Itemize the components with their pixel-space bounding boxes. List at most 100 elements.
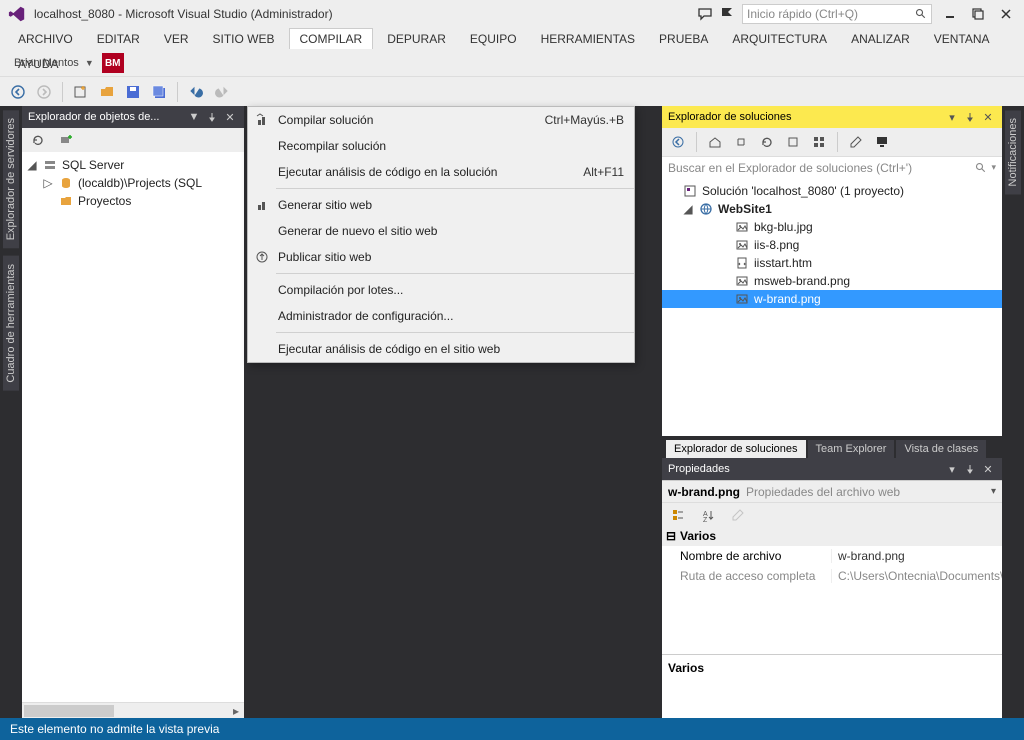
add-server-icon[interactable]: [54, 128, 78, 152]
expander-icon[interactable]: ◢: [26, 158, 38, 172]
menu-sitio web[interactable]: SITIO WEB: [203, 29, 285, 49]
nav-forward-button[interactable]: [32, 80, 56, 104]
tab-server-explorer[interactable]: Explorador de servidores: [3, 110, 19, 248]
chevron-down-icon[interactable]: ▾: [944, 461, 960, 477]
menu-item[interactable]: Generar de nuevo el sitio web: [248, 218, 634, 244]
chevron-down-icon: ▾: [991, 486, 996, 497]
menu-item[interactable]: Compilación por lotes...: [248, 277, 634, 303]
property-category[interactable]: ⊟Varios: [662, 526, 1002, 546]
chevron-down-icon[interactable]: ▼: [186, 109, 202, 125]
menu-prueba[interactable]: PRUEBA: [649, 29, 718, 49]
title-bar: localhost_8080 - Microsoft Visual Studio…: [0, 0, 1024, 28]
user-name[interactable]: Brian Mentos: [14, 57, 79, 69]
pin-icon[interactable]: [204, 109, 220, 125]
tab-solution-explorer[interactable]: Explorador de soluciones: [666, 440, 806, 458]
menu-item[interactable]: Generar sitio web: [248, 192, 634, 218]
menu-depurar[interactable]: DEPURAR: [377, 29, 456, 49]
scroll-right-icon[interactable]: ▸: [228, 703, 244, 719]
status-bar: Este elemento no admite la vista previa: [0, 718, 1024, 740]
search-placeholder: Buscar en el Explorador de soluciones (C…: [668, 161, 975, 175]
menu-item[interactable]: Recompilar solución: [248, 133, 634, 159]
solution-explorer-search[interactable]: Buscar en el Explorador de soluciones (C…: [662, 156, 1002, 178]
quick-launch[interactable]: Inicio rápido (Ctrl+Q): [742, 4, 932, 24]
menu-item[interactable]: Ejecutar análisis de código en el sitio …: [248, 336, 634, 362]
tree-node[interactable]: iis-8.png: [662, 236, 1002, 254]
horizontal-scrollbar[interactable]: ▸: [22, 702, 244, 718]
property-pages-icon[interactable]: [726, 503, 750, 527]
menu-ver[interactable]: VER: [154, 29, 199, 49]
tab-notifications[interactable]: Notificaciones: [1005, 110, 1021, 194]
tab-team-explorer[interactable]: Team Explorer: [808, 440, 895, 458]
menu-item[interactable]: Ejecutar análisis de código en la soluci…: [248, 159, 634, 185]
solution-node[interactable]: Solución 'localhost_8080' (1 proyecto): [662, 182, 1002, 200]
object-explorer-toolbar: [22, 128, 244, 152]
menu-editar[interactable]: EDITAR: [87, 29, 150, 49]
tree-node[interactable]: ◢ SQL Server: [22, 156, 244, 174]
tree-node[interactable]: ▷ (localdb)\Projects (SQL: [22, 174, 244, 192]
nav-back-button[interactable]: [6, 80, 30, 104]
menu-bar: ARCHIVOEDITARVERSITIO WEBCOMPILARDEPURAR…: [0, 28, 1024, 76]
properties-grid[interactable]: ⊟Varios Nombre de archivo w-brand.png Ru…: [662, 526, 1002, 654]
tree-node[interactable]: Proyectos: [22, 192, 244, 210]
menu-analizar[interactable]: ANALIZAR: [841, 29, 920, 49]
refresh-icon[interactable]: [26, 128, 50, 152]
home-icon[interactable]: [703, 130, 727, 154]
categorized-icon[interactable]: [666, 503, 690, 527]
menu-arquitectura[interactable]: ARQUITECTURA: [722, 29, 837, 49]
expander-icon[interactable]: ◢: [682, 202, 694, 216]
tree-node[interactable]: bkg-blu.jpg: [662, 218, 1002, 236]
maximize-button[interactable]: [964, 3, 992, 25]
back-icon[interactable]: [666, 130, 690, 154]
menu-compilar[interactable]: COMPILAR: [289, 28, 374, 49]
undo-button[interactable]: [184, 80, 208, 104]
scrollbar-thumb[interactable]: [24, 705, 114, 717]
flag-icon[interactable]: [716, 3, 738, 25]
save-all-button[interactable]: [147, 80, 171, 104]
properties-combo[interactable]: w-brand.png Propiedades del archivo web …: [662, 480, 1002, 502]
open-button[interactable]: [95, 80, 119, 104]
properties-icon[interactable]: [844, 130, 868, 154]
solution-explorer-tree[interactable]: Solución 'localhost_8080' (1 proyecto) ◢…: [662, 178, 1002, 436]
close-icon[interactable]: ✕: [980, 109, 996, 125]
sync-icon[interactable]: [729, 130, 753, 154]
chevron-down-icon[interactable]: ▾: [944, 109, 960, 125]
user-avatar[interactable]: BM: [102, 53, 124, 73]
menu-herramientas[interactable]: HERRAMIENTAS: [531, 29, 645, 49]
alphabetical-icon[interactable]: AZ: [696, 503, 720, 527]
pin-icon[interactable]: [962, 461, 978, 477]
tree-node[interactable]: w-brand.png: [662, 290, 1002, 308]
minimize-button[interactable]: [936, 3, 964, 25]
feedback-icon[interactable]: [694, 3, 716, 25]
menu-archivo[interactable]: ARCHIVO: [8, 29, 83, 49]
tab-class-view[interactable]: Vista de clases: [896, 440, 986, 458]
tree-node[interactable]: iisstart.htm: [662, 254, 1002, 272]
solution-explorer-tabstrip: Explorador de soluciones Team Explorer V…: [662, 436, 1002, 458]
property-row[interactable]: Nombre de archivo w-brand.png: [662, 546, 1002, 566]
close-icon[interactable]: ✕: [222, 109, 238, 125]
tree-node[interactable]: msweb-brand.png: [662, 272, 1002, 290]
menu-item[interactable]: Compilar soluciónCtrl+Mayús.+B: [248, 107, 634, 133]
pin-icon[interactable]: [962, 109, 978, 125]
tree-node[interactable]: ◢ WebSite1: [662, 200, 1002, 218]
expander-icon[interactable]: ▷: [42, 176, 54, 190]
menu-equipo[interactable]: EQUIPO: [460, 29, 527, 49]
close-button[interactable]: [992, 3, 1020, 25]
refresh-icon[interactable]: [755, 130, 779, 154]
search-icon: [915, 8, 927, 20]
collapse-icon[interactable]: [781, 130, 805, 154]
property-row[interactable]: Ruta de acceso completa C:\Users\Ontecni…: [662, 566, 1002, 586]
redo-button[interactable]: [210, 80, 234, 104]
preview-icon[interactable]: [870, 130, 894, 154]
vs-logo-icon: [8, 5, 26, 23]
menu-ventana[interactable]: VENTANA: [924, 29, 1000, 49]
menu-item[interactable]: Publicar sitio web: [248, 244, 634, 270]
chevron-down-icon[interactable]: ▾: [991, 162, 996, 173]
close-icon[interactable]: ✕: [980, 461, 996, 477]
show-all-icon[interactable]: [807, 130, 831, 154]
new-project-button[interactable]: [69, 80, 93, 104]
object-explorer-tree[interactable]: ◢ SQL Server▷ (localdb)\Projects (SQL Pr…: [22, 152, 244, 702]
chevron-down-icon[interactable]: ▼: [85, 58, 94, 68]
tab-toolbox[interactable]: Cuadro de herramientas: [3, 256, 19, 391]
save-button[interactable]: [121, 80, 145, 104]
menu-item[interactable]: Administrador de configuración...: [248, 303, 634, 329]
